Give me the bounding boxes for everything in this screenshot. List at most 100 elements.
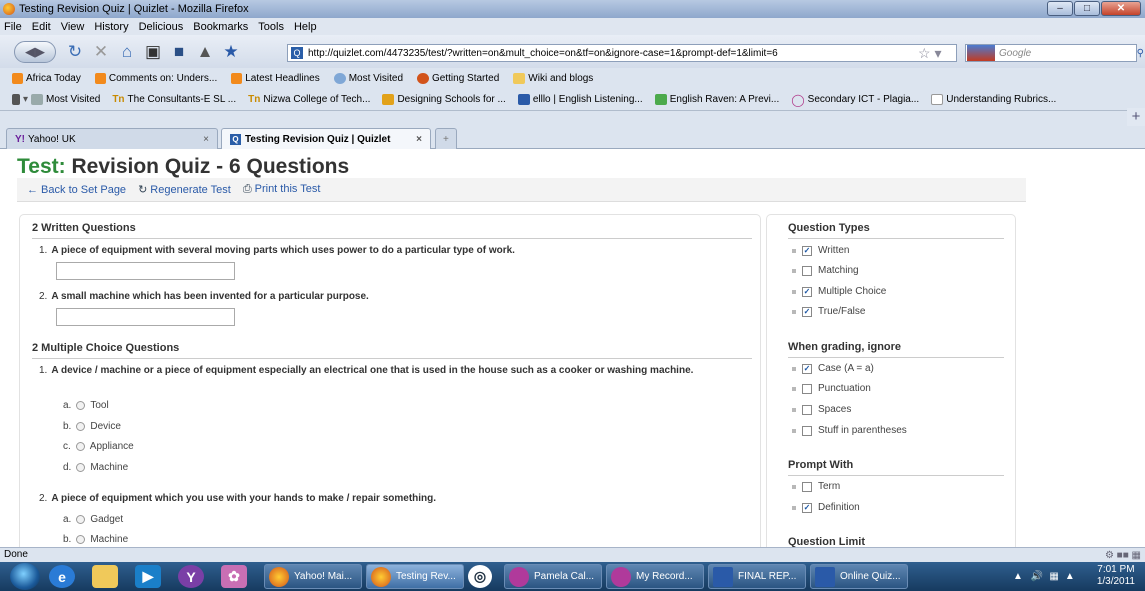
file-explorer-icon[interactable] bbox=[92, 565, 118, 588]
bookmark-secondary-ict[interactable]: ◯ Secondary ICT - Plagia... bbox=[791, 93, 919, 107]
option-ignore-case[interactable]: ✓ Case (A = a) bbox=[792, 363, 874, 374]
maximize-button[interactable]: □ bbox=[1074, 1, 1100, 16]
bookmark-getting-started[interactable]: Getting Started bbox=[417, 73, 499, 84]
bookmark-latest-headlines[interactable]: Latest Headlines bbox=[231, 73, 320, 84]
menu-view[interactable]: View bbox=[61, 21, 85, 33]
back-forward-button[interactable]: ◀▶ bbox=[14, 40, 56, 63]
network-icon[interactable]: ▦ bbox=[1049, 571, 1058, 582]
print-test-link[interactable]: ⎙ Print this Test bbox=[243, 183, 321, 196]
new-tab-button[interactable]: + bbox=[435, 128, 457, 149]
bookmark-most-visited[interactable]: Most Visited bbox=[333, 73, 403, 84]
start-button[interactable] bbox=[10, 563, 40, 590]
tab-yahoo[interactable]: Y! Yahoo! UK × bbox=[6, 128, 218, 149]
checkbox-true-false[interactable]: ✓ bbox=[802, 306, 812, 317]
menu-help[interactable]: Help bbox=[294, 21, 317, 33]
save-icon[interactable]: ■ bbox=[168, 41, 190, 63]
option-ignore-punctuation[interactable]: Punctuation bbox=[792, 383, 871, 394]
stop-icon[interactable]: ✕ bbox=[90, 41, 112, 63]
bookmark-most-visited-2[interactable]: ▾ Most Visited bbox=[12, 94, 100, 105]
media-player-icon[interactable]: ▶ bbox=[135, 565, 161, 588]
menu-file[interactable]: File bbox=[4, 21, 22, 33]
checkbox-written[interactable]: ✓ bbox=[802, 245, 812, 256]
regenerate-test-link[interactable]: ↻ Regenerate Test bbox=[138, 183, 231, 196]
menu-tools[interactable]: Tools bbox=[258, 21, 284, 33]
google-search-engine-icon[interactable] bbox=[967, 45, 995, 61]
bookmark-consultants[interactable]: Tn The Consultants-E SL ... bbox=[112, 94, 236, 105]
checkbox-spaces[interactable] bbox=[802, 404, 812, 415]
url-star-icon[interactable]: ☆ ▾ bbox=[918, 45, 941, 62]
checkbox-case[interactable]: ✓ bbox=[802, 363, 812, 374]
checkbox-parentheses[interactable] bbox=[802, 425, 812, 436]
home-icon[interactable]: ⌂ bbox=[116, 41, 138, 63]
option-ignore-parentheses[interactable]: Stuff in parentheses bbox=[792, 425, 907, 436]
bookmark-comments[interactable]: Comments on: Unders... bbox=[94, 73, 217, 84]
app-icon[interactable]: ✿ bbox=[221, 565, 247, 588]
tab-quizlet[interactable]: Q Testing Revision Quiz | Quizlet × bbox=[221, 128, 431, 149]
menu-edit[interactable]: Edit bbox=[32, 21, 51, 33]
minimize-button[interactable]: – bbox=[1047, 1, 1073, 16]
close-button[interactable]: ✕ bbox=[1101, 1, 1141, 16]
task-final-rep[interactable]: FINAL REP... bbox=[708, 564, 806, 589]
yahoo-messenger-icon[interactable]: Y bbox=[178, 565, 204, 588]
task-yahoo-mail[interactable]: Yahoo! Mai... bbox=[264, 564, 362, 589]
task-pamela[interactable]: Pamela Cal... bbox=[504, 564, 602, 589]
option-prompt-term[interactable]: Term bbox=[792, 481, 840, 492]
radio-button[interactable] bbox=[76, 463, 86, 472]
url-bar[interactable]: Q http://quizlet.com/4473235/test/?writt… bbox=[287, 44, 957, 62]
volume-icon[interactable]: 🔊 bbox=[1031, 571, 1043, 582]
tab-close-icon[interactable]: × bbox=[203, 134, 209, 145]
signal-icon[interactable]: ▲ bbox=[1065, 571, 1075, 582]
bookmark-star-icon[interactable]: ★ bbox=[220, 41, 242, 63]
task-my-record[interactable]: My Record... bbox=[606, 564, 704, 589]
checkbox-multiple-choice[interactable]: ✓ bbox=[802, 286, 812, 297]
mc-q1-option-d[interactable]: d. Machine bbox=[63, 462, 128, 473]
side-plus-button[interactable]: + bbox=[1127, 108, 1145, 126]
radio-button[interactable] bbox=[76, 401, 86, 410]
bookmark-designing-schools[interactable]: Designing Schools for ... bbox=[382, 94, 506, 105]
tray-arrow-icon[interactable]: ▲ bbox=[1013, 571, 1023, 582]
menu-history[interactable]: History bbox=[94, 21, 128, 33]
mc-q1-option-c[interactable]: c. Appliance bbox=[63, 441, 134, 452]
checkbox-term[interactable] bbox=[802, 481, 812, 492]
task-testing-revision[interactable]: Testing Rev... bbox=[366, 564, 464, 589]
search-input[interactable]: Google ⚲ bbox=[965, 44, 1144, 62]
option-multiple-choice[interactable]: ✓ Multiple Choice bbox=[792, 286, 886, 297]
option-written[interactable]: ✓ Written bbox=[792, 245, 850, 256]
option-matching[interactable]: Matching bbox=[792, 265, 859, 276]
option-true-false[interactable]: ✓ True/False bbox=[792, 306, 865, 317]
mc-q2-option-a[interactable]: a. Gadget bbox=[63, 514, 123, 525]
written-answer-1-input[interactable] bbox=[56, 262, 235, 280]
mc-q1-option-b[interactable]: b. Device bbox=[63, 421, 121, 432]
bookmark-nizwa[interactable]: Tn Nizwa College of Tech... bbox=[248, 94, 370, 105]
checkbox-punctuation[interactable] bbox=[802, 383, 812, 394]
bookmark-wiki-and-blogs[interactable]: Wiki and blogs bbox=[513, 73, 593, 84]
option-prompt-definition[interactable]: ✓ Definition bbox=[792, 502, 860, 513]
radio-button[interactable] bbox=[76, 422, 86, 431]
internet-explorer-icon[interactable]: e bbox=[49, 565, 75, 588]
menu-bookmarks[interactable]: Bookmarks bbox=[193, 21, 248, 33]
option-ignore-spaces[interactable]: Spaces bbox=[792, 404, 851, 415]
checkbox-matching[interactable] bbox=[802, 265, 812, 276]
network-app-icon[interactable]: ◎ bbox=[468, 565, 492, 588]
bookmark-english-raven[interactable]: English Raven: A Previ... bbox=[654, 94, 779, 105]
task-online-quiz[interactable]: Online Quiz... bbox=[810, 564, 908, 589]
back-to-set-link[interactable]: ← Back to Set Page bbox=[27, 184, 126, 196]
radio-button[interactable] bbox=[76, 535, 86, 544]
p-app-icon bbox=[611, 566, 631, 587]
written-answer-2-input[interactable] bbox=[56, 308, 235, 326]
tag-icon[interactable]: ▲ bbox=[194, 41, 216, 63]
checkbox-definition[interactable]: ✓ bbox=[802, 502, 812, 513]
radio-button[interactable] bbox=[75, 442, 85, 451]
radio-button[interactable] bbox=[76, 515, 86, 524]
bookmark-elllo[interactable]: elllo | English Listening... bbox=[517, 94, 643, 105]
reload-icon[interactable]: ↻ bbox=[64, 41, 86, 63]
mc-q2-option-b[interactable]: b. Machine bbox=[63, 534, 128, 545]
menu-delicious[interactable]: Delicious bbox=[139, 21, 184, 33]
mc-q1-option-a[interactable]: a. Tool bbox=[63, 400, 109, 411]
system-clock[interactable]: 7:01 PM 1/3/2011 bbox=[1097, 564, 1135, 588]
tab-close-icon[interactable]: × bbox=[416, 134, 422, 145]
bookmark-africa-today[interactable]: Africa Today bbox=[12, 73, 81, 84]
search-magnifier-icon[interactable]: ⚲ bbox=[1137, 48, 1144, 59]
bookmark-rubrics[interactable]: Understanding Rubrics... bbox=[931, 94, 1056, 105]
screen-icon[interactable]: ▣ bbox=[142, 41, 164, 63]
